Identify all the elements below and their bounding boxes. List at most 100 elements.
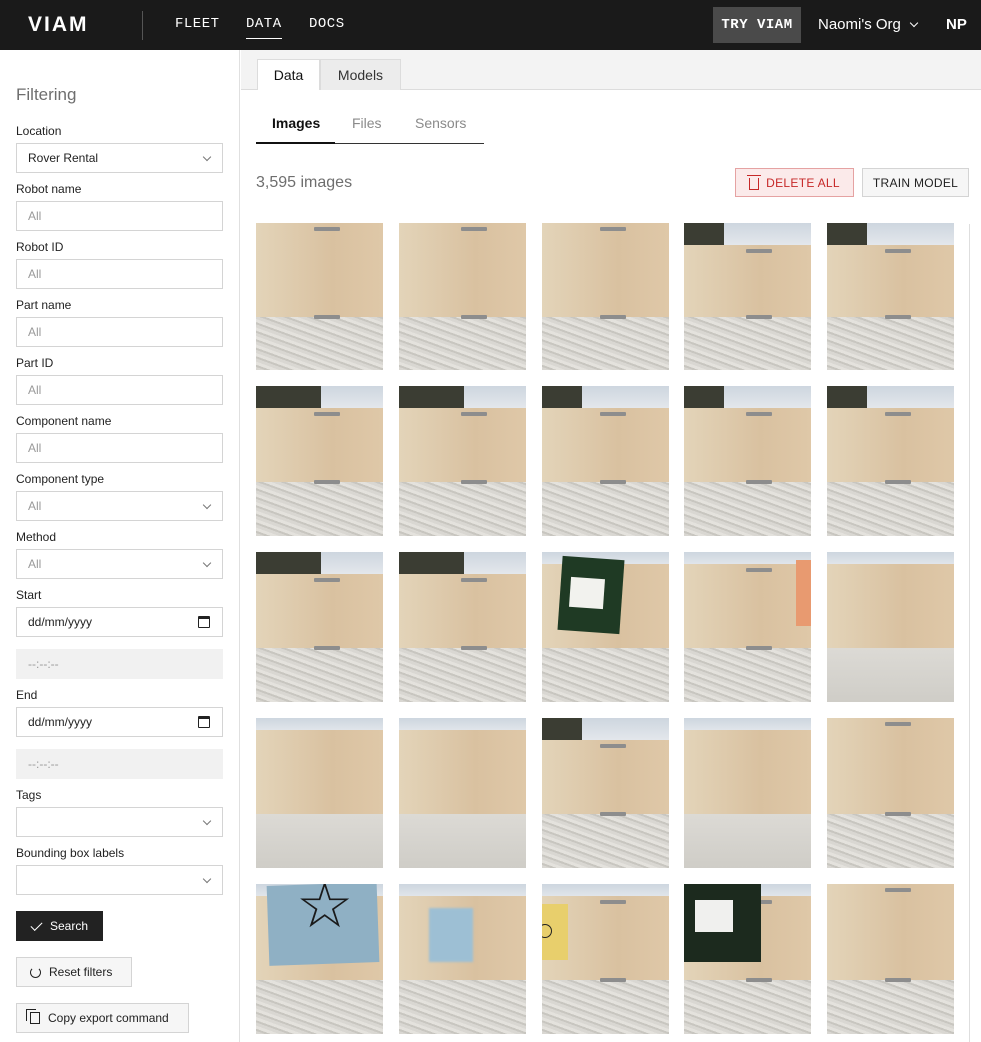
- hinge: [461, 578, 487, 582]
- plywood-wall: [256, 574, 383, 654]
- search-button[interactable]: Search: [16, 911, 103, 941]
- image-thumbnail[interactable]: [684, 552, 811, 702]
- floor: [256, 482, 383, 536]
- image-thumbnail[interactable]: [542, 552, 669, 702]
- image-thumbnail[interactable]: [256, 386, 383, 536]
- tab-images[interactable]: Images: [255, 115, 336, 144]
- hinge: [461, 315, 487, 319]
- blue-sign: [429, 908, 473, 962]
- robot-name-label: Robot name: [16, 182, 82, 196]
- end-date-input[interactable]: dd/mm/yyyy: [16, 707, 223, 737]
- plywood-wall: [684, 564, 811, 654]
- floor: [542, 482, 669, 536]
- filter-sidebar: Filtering Location Rover Rental Robot na…: [0, 50, 240, 1042]
- image-thumbnail[interactable]: ☆: [256, 884, 383, 1034]
- delete-all-button[interactable]: DELETE ALL: [735, 168, 854, 197]
- image-thumbnail[interactable]: [684, 223, 811, 370]
- component-name-input[interactable]: All: [16, 433, 223, 463]
- tab-files[interactable]: Files: [352, 115, 382, 131]
- image-thumbnail[interactable]: [542, 386, 669, 536]
- tab-data[interactable]: Data: [257, 59, 320, 90]
- end-time-input[interactable]: --:--:--: [16, 749, 223, 779]
- end-date-value: dd/mm/yyyy: [28, 715, 93, 729]
- tab-sensors[interactable]: Sensors: [415, 115, 466, 131]
- delete-all-label: DELETE ALL: [766, 175, 840, 190]
- nav-data[interactable]: DATA: [246, 16, 282, 39]
- image-thumbnail[interactable]: [542, 718, 669, 868]
- plywood-wall: [827, 408, 954, 488]
- location-value: Rover Rental: [28, 151, 99, 165]
- robot-id-input[interactable]: All: [16, 259, 223, 289]
- robot-id-label: Robot ID: [16, 240, 64, 254]
- image-thumbnail[interactable]: [256, 718, 383, 868]
- component-type-select[interactable]: All: [16, 491, 223, 521]
- tags-label: Tags: [16, 788, 42, 802]
- hinge: [885, 722, 911, 726]
- copy-export-command-label: Copy export command: [48, 1011, 169, 1025]
- hinge: [885, 480, 911, 484]
- method-value: All: [28, 557, 42, 571]
- plywood-wall: [684, 245, 811, 323]
- tab-models[interactable]: Models: [320, 59, 401, 90]
- chevron-down-icon: [909, 18, 919, 27]
- image-thumbnail[interactable]: [542, 884, 669, 1034]
- hinge: [600, 412, 626, 416]
- floor: [827, 317, 954, 370]
- floor: [399, 317, 526, 370]
- hinge: [600, 978, 626, 982]
- tags-select[interactable]: [16, 807, 223, 837]
- nav-docs[interactable]: DOCS: [309, 16, 345, 32]
- floor: [542, 980, 669, 1034]
- part-name-label: Part name: [16, 298, 72, 312]
- image-thumbnail[interactable]: [684, 884, 811, 1034]
- copy-icon: [26, 1009, 40, 1024]
- image-thumbnail[interactable]: [399, 884, 526, 1034]
- calendar-icon[interactable]: [198, 716, 210, 728]
- hinge: [461, 227, 487, 231]
- image-thumbnail[interactable]: [684, 386, 811, 536]
- start-date-input[interactable]: dd/mm/yyyy: [16, 607, 223, 637]
- image-thumbnail[interactable]: [684, 718, 811, 868]
- reset-filters-button[interactable]: Reset filters: [16, 957, 132, 987]
- image-thumbnail[interactable]: [399, 718, 526, 868]
- image-thumbnail[interactable]: [827, 718, 954, 868]
- image-thumbnail[interactable]: [827, 884, 954, 1034]
- image-thumbnail[interactable]: [256, 223, 383, 370]
- filtering-title: Filtering: [16, 85, 77, 104]
- reset-filters-label: Reset filters: [49, 965, 113, 979]
- location-select[interactable]: Rover Rental: [16, 143, 223, 173]
- nav-fleet[interactable]: FLEET: [175, 16, 220, 32]
- viam-logo[interactable]: VIAM: [28, 14, 89, 35]
- floor: [542, 648, 669, 702]
- plywood-wall: [542, 223, 669, 323]
- method-select[interactable]: All: [16, 549, 223, 579]
- hinge: [885, 812, 911, 816]
- image-thumbnail[interactable]: [827, 223, 954, 370]
- robot-name-input[interactable]: All: [16, 201, 223, 231]
- plywood-wall: [684, 730, 811, 820]
- grid-scrollbar[interactable]: [969, 224, 970, 1042]
- component-type-value: All: [28, 499, 42, 513]
- plywood-wall: [399, 408, 526, 488]
- image-thumbnail[interactable]: [399, 552, 526, 702]
- image-thumbnail[interactable]: [399, 223, 526, 370]
- org-selector[interactable]: Naomi's Org: [818, 16, 919, 33]
- image-thumbnail[interactable]: [827, 386, 954, 536]
- floor: [827, 648, 954, 702]
- image-thumbnail[interactable]: [256, 552, 383, 702]
- part-id-input[interactable]: All: [16, 375, 223, 405]
- image-thumbnail[interactable]: [827, 552, 954, 702]
- start-date-value: dd/mm/yyyy: [28, 615, 93, 629]
- start-time-input[interactable]: --:--:--: [16, 649, 223, 679]
- bbox-labels-select[interactable]: [16, 865, 223, 895]
- plywood-wall: [256, 223, 383, 323]
- calendar-icon[interactable]: [198, 616, 210, 628]
- try-viam-button[interactable]: TRY VIAM: [713, 7, 801, 43]
- image-thumbnail[interactable]: [542, 223, 669, 370]
- main-panel: Data Models Images Files Sensors 3,595 i…: [241, 50, 981, 1042]
- train-model-button[interactable]: TRAIN MODEL: [862, 168, 969, 197]
- user-avatar[interactable]: NP: [946, 16, 967, 33]
- copy-export-command-button[interactable]: Copy export command: [16, 1003, 189, 1033]
- part-name-input[interactable]: All: [16, 317, 223, 347]
- image-thumbnail[interactable]: [399, 386, 526, 536]
